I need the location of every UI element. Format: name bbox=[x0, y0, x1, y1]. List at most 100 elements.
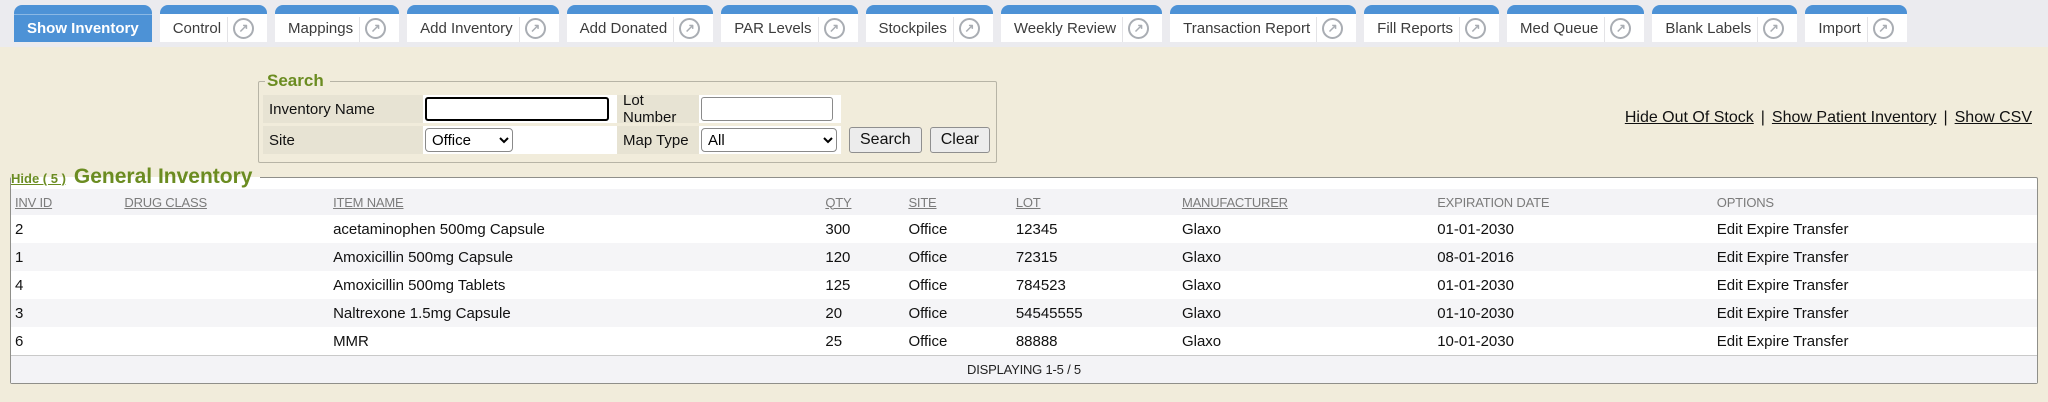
transfer-link[interactable]: Transfer bbox=[1793, 305, 1848, 322]
tab-add-donated[interactable]: Add Donated↗ bbox=[567, 5, 714, 42]
external-link-icon[interactable]: ↗ bbox=[525, 18, 546, 39]
tab-blank-labels[interactable]: Blank Labels↗ bbox=[1652, 5, 1797, 42]
edit-link[interactable]: Edit bbox=[1717, 249, 1743, 266]
inventory-name-input[interactable] bbox=[425, 97, 609, 121]
tab-cap bbox=[567, 5, 714, 14]
cell-site: Office bbox=[904, 327, 1011, 356]
transfer-link[interactable]: Transfer bbox=[1793, 333, 1848, 350]
expire-link[interactable]: Expire bbox=[1747, 221, 1790, 238]
lot-number-input[interactable] bbox=[701, 97, 833, 121]
cell-drug-class bbox=[120, 215, 329, 243]
search-button[interactable]: Search bbox=[849, 127, 922, 153]
col-header-drug-class[interactable]: DRUG CLASS bbox=[120, 189, 329, 215]
tab-par-levels[interactable]: PAR Levels ↗ bbox=[721, 5, 857, 42]
transfer-link[interactable]: Transfer bbox=[1793, 221, 1848, 238]
inventory-header-row: INV ID DRUG CLASS ITEM NAME QTY SITE LOT… bbox=[11, 189, 2037, 215]
external-link-icon[interactable]: ↗ bbox=[365, 18, 386, 39]
site-select[interactable]: Office bbox=[425, 128, 513, 152]
tab-cap bbox=[1170, 5, 1356, 14]
tab-control[interactable]: Control↗ bbox=[160, 5, 267, 42]
search-panel: Search Inventory Name Lot Number Site Of… bbox=[258, 71, 997, 163]
tab-cap bbox=[275, 5, 399, 14]
cell-site: Office bbox=[904, 271, 1011, 299]
tab-stockpiles[interactable]: Stockpiles↗ bbox=[866, 5, 993, 42]
expire-link[interactable]: Expire bbox=[1747, 333, 1790, 350]
cell-inv-id: 1 bbox=[11, 243, 120, 271]
col-header-qty[interactable]: QTY bbox=[821, 189, 904, 215]
col-header-site[interactable]: SITE bbox=[904, 189, 1011, 215]
hide-count-link[interactable]: Hide ( 5 ) bbox=[11, 171, 66, 186]
external-link-icon[interactable]: ↗ bbox=[824, 18, 845, 39]
tab-label: Med Queue bbox=[1520, 20, 1598, 37]
external-link-icon[interactable]: ↗ bbox=[1763, 18, 1784, 39]
edit-link[interactable]: Edit bbox=[1717, 221, 1743, 238]
tab-show-inventory[interactable]: Show Inventory bbox=[14, 5, 152, 42]
transfer-link[interactable]: Transfer bbox=[1793, 277, 1848, 294]
col-header-item-name[interactable]: ITEM NAME bbox=[329, 189, 821, 215]
map-type-cell: All bbox=[699, 126, 841, 154]
cell-lot: 784523 bbox=[1012, 271, 1178, 299]
search-legend: Search bbox=[265, 71, 330, 91]
expire-link[interactable]: Expire bbox=[1747, 305, 1790, 322]
hide-out-of-stock-link[interactable]: Hide Out Of Stock bbox=[1625, 109, 1754, 127]
cell-drug-class bbox=[120, 271, 329, 299]
col-header-lot[interactable]: LOT bbox=[1012, 189, 1178, 215]
tab-transaction-report[interactable]: Transaction Report↗ bbox=[1170, 5, 1356, 42]
edit-link[interactable]: Edit bbox=[1717, 333, 1743, 350]
cell-lot: 72315 bbox=[1012, 243, 1178, 271]
expire-link[interactable]: Expire bbox=[1747, 277, 1790, 294]
edit-link[interactable]: Edit bbox=[1717, 277, 1743, 294]
tab-mappings[interactable]: Mappings↗ bbox=[275, 5, 399, 42]
cell-manufacturer: Glaxo bbox=[1178, 327, 1433, 356]
spacer bbox=[841, 95, 990, 123]
inventory-table: INV ID DRUG CLASS ITEM NAME QTY SITE LOT… bbox=[11, 189, 2037, 383]
external-link-icon[interactable]: ↗ bbox=[1465, 18, 1486, 39]
col-header-inv-id[interactable]: INV ID bbox=[11, 189, 120, 215]
external-link-icon[interactable]: ↗ bbox=[1322, 18, 1343, 39]
external-link-icon[interactable]: ↗ bbox=[679, 18, 700, 39]
tab-fill-reports[interactable]: Fill Reports↗ bbox=[1364, 5, 1499, 42]
tab-bar: Show Inventory Control↗ Mappings↗ Add In… bbox=[0, 0, 2048, 47]
cell-manufacturer: Glaxo bbox=[1178, 271, 1433, 299]
tab-label: Show Inventory bbox=[27, 20, 139, 37]
show-csv-link[interactable]: Show CSV bbox=[1955, 109, 2032, 127]
cell-lot: 88888 bbox=[1012, 327, 1178, 356]
general-inventory-legend: Hide ( 5 ) General Inventory bbox=[11, 165, 260, 189]
tab-cap bbox=[407, 5, 559, 14]
cell-options: EditExpireTransfer bbox=[1713, 215, 2037, 243]
displaying-count: DISPLAYING 1-5 / 5 bbox=[11, 356, 2037, 384]
expire-link[interactable]: Expire bbox=[1747, 249, 1790, 266]
tab-weekly-review[interactable]: Weekly Review↗ bbox=[1001, 5, 1162, 42]
tab-import[interactable]: Import↗ bbox=[1805, 5, 1907, 42]
tab-cap bbox=[1507, 5, 1644, 14]
col-header-manufacturer[interactable]: MANUFACTURER bbox=[1178, 189, 1433, 215]
cell-drug-class bbox=[120, 299, 329, 327]
edit-link[interactable]: Edit bbox=[1717, 305, 1743, 322]
external-link-icon[interactable]: ↗ bbox=[1128, 18, 1149, 39]
table-footer-row: DISPLAYING 1-5 / 5 bbox=[11, 356, 2037, 384]
cell-site: Office bbox=[904, 299, 1011, 327]
top-links: Hide Out Of Stock | Show Patient Invento… bbox=[1625, 109, 2032, 127]
external-link-icon[interactable]: ↗ bbox=[959, 18, 980, 39]
table-row: 3 Naltrexone 1.5mg Capsule 20 Office 545… bbox=[11, 299, 2037, 327]
link-separator: | bbox=[1943, 109, 1947, 127]
external-link-icon[interactable]: ↗ bbox=[1873, 18, 1894, 39]
cell-expiration-date: 01-01-2030 bbox=[1433, 271, 1713, 299]
tab-label: PAR Levels bbox=[734, 20, 811, 37]
external-link-icon[interactable]: ↗ bbox=[233, 18, 254, 39]
external-link-icon[interactable]: ↗ bbox=[1610, 18, 1631, 39]
tab-add-inventory[interactable]: Add Inventory↗ bbox=[407, 5, 559, 42]
lot-number-cell bbox=[699, 95, 841, 123]
transfer-link[interactable]: Transfer bbox=[1793, 249, 1848, 266]
site-label: Site bbox=[263, 126, 423, 154]
clear-button[interactable]: Clear bbox=[930, 127, 990, 153]
cell-lot: 54545555 bbox=[1012, 299, 1178, 327]
tab-med-queue[interactable]: Med Queue ↗ bbox=[1507, 5, 1644, 42]
cell-options: EditExpireTransfer bbox=[1713, 243, 2037, 271]
cell-expiration-date: 10-01-2030 bbox=[1433, 327, 1713, 356]
cell-site: Office bbox=[904, 243, 1011, 271]
cell-options: EditExpireTransfer bbox=[1713, 271, 2037, 299]
show-patient-inventory-link[interactable]: Show Patient Inventory bbox=[1772, 109, 1937, 127]
tab-cap bbox=[721, 5, 857, 14]
map-type-select[interactable]: All bbox=[701, 128, 837, 152]
